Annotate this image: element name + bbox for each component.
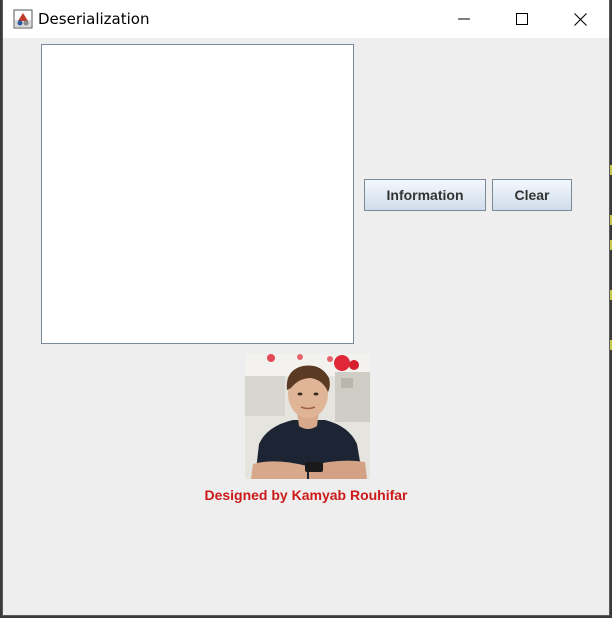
window-title: Deserialization [38, 10, 150, 28]
maximize-button[interactable] [493, 0, 551, 38]
close-button[interactable] [551, 0, 609, 38]
profile-photo [245, 354, 370, 479]
information-button[interactable]: Information [364, 179, 486, 211]
title-bar[interactable]: Deserialization [3, 0, 609, 38]
close-icon [573, 12, 587, 26]
minimize-button[interactable] [435, 0, 493, 38]
minimize-icon [458, 18, 470, 20]
app-window: Deserialization Information Clear Design… [2, 0, 610, 616]
output-text-area[interactable] [41, 44, 354, 344]
java-app-icon [13, 9, 33, 29]
clear-button[interactable]: Clear [492, 179, 572, 211]
designer-credit: Designed by Kamyab Rouhifar [204, 487, 408, 503]
maximize-icon [516, 13, 528, 25]
